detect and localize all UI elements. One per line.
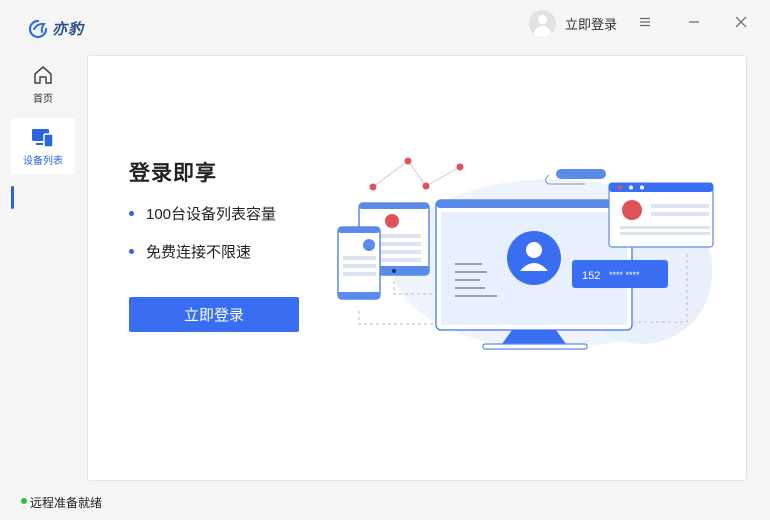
avatar[interactable] <box>529 10 556 37</box>
top-login-link[interactable]: 立即登录 <box>565 14 617 33</box>
close-button[interactable] <box>729 12 753 32</box>
device-list-icon <box>32 129 54 148</box>
status-indicator-icon <box>21 498 27 504</box>
menu-icon <box>640 17 650 27</box>
close-icon <box>735 16 747 28</box>
login-window-icon <box>608 182 714 248</box>
user-login-area[interactable]: 立即登录 <box>529 10 617 37</box>
status-bar: 远程准备就绪 <box>0 482 770 520</box>
chart-line-icon <box>369 157 464 191</box>
bullet-icon <box>129 211 134 216</box>
login-button[interactable]: 立即登录 <box>129 297 299 332</box>
credential-card: 152 **** **** <box>572 260 668 288</box>
login-illustration: 152 **** **** <box>337 157 714 350</box>
card-number: 152 <box>582 270 600 282</box>
menu-button[interactable] <box>633 12 657 32</box>
feature-item: 免费连接不限速 <box>129 241 251 262</box>
active-indicator <box>11 186 14 209</box>
phone-icon <box>337 226 381 300</box>
sidebar-item-home[interactable]: 首页 <box>11 54 75 110</box>
sidebar: 首页 设备列表 <box>0 52 86 482</box>
bullet-icon <box>129 249 134 254</box>
title-bar: 亦豹 立即登录 <box>0 0 770 52</box>
logo-icon <box>28 19 48 38</box>
minimize-button[interactable] <box>682 12 706 32</box>
home-icon <box>34 66 52 84</box>
feature-item: 100台设备列表容量 <box>129 203 276 224</box>
app-name: 亦豹 <box>52 21 85 38</box>
sidebar-item-label: 设备列表 <box>23 156 63 167</box>
minimize-icon <box>689 21 699 23</box>
main-panel: 登录即享 100台设备列表容量 免费连接不限速 立即登录 152 **** **… <box>87 55 747 481</box>
sidebar-item-device-list[interactable]: 设备列表 <box>11 118 75 174</box>
app-logo: 亦豹 <box>28 18 84 39</box>
feature-text: 免费连接不限速 <box>146 244 252 261</box>
page-title: 登录即享 <box>129 162 217 185</box>
feature-text: 100台设备列表容量 <box>146 206 277 223</box>
sidebar-item-label: 首页 <box>33 94 53 105</box>
card-masked: **** **** <box>609 270 640 280</box>
status-text: 远程准备就绪 <box>30 496 103 510</box>
